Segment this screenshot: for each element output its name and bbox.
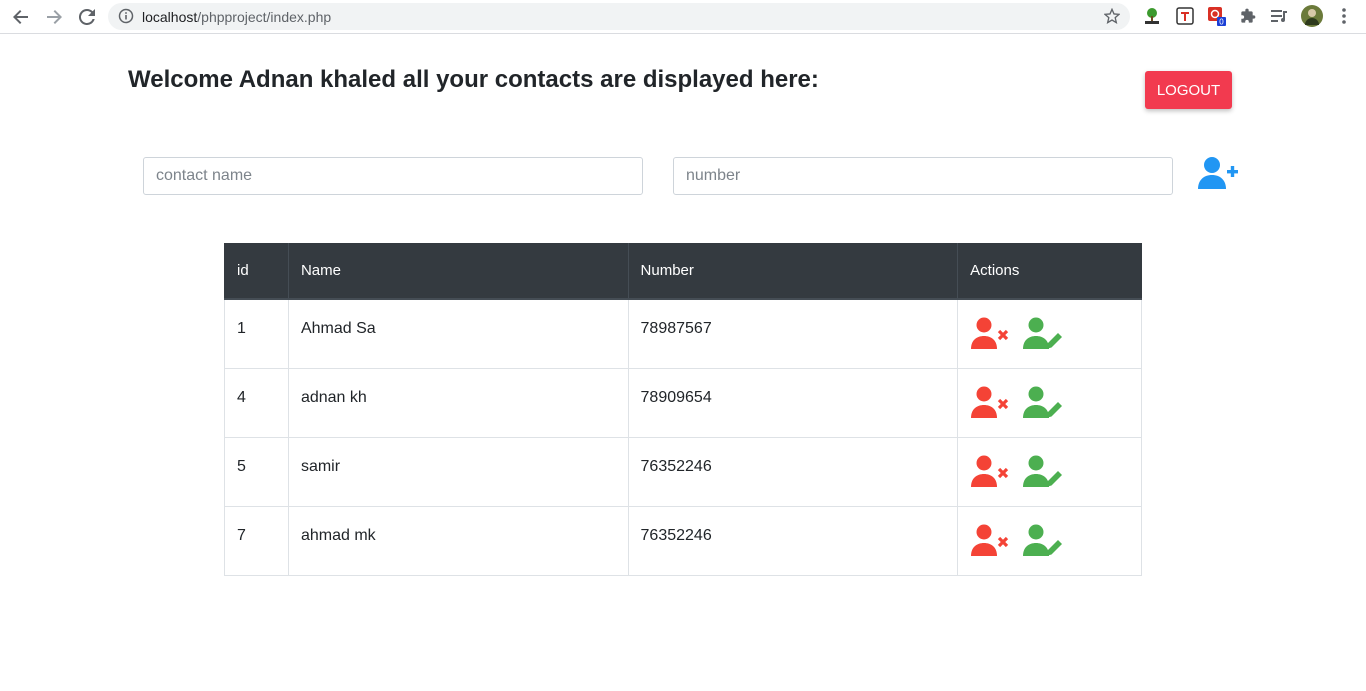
- column-header-name: Name: [287, 243, 629, 300]
- cell-number: 76352246: [627, 436, 959, 507]
- star-icon[interactable]: [1103, 7, 1121, 29]
- browser-toolbar: localhost/phpproject/index.php 0: [0, 0, 1366, 34]
- url-text: localhost/phpproject/index.php: [142, 9, 331, 25]
- cell-actions: [957, 505, 1142, 576]
- address-bar[interactable]: localhost/phpproject/index.php: [108, 3, 1130, 30]
- info-icon[interactable]: [118, 8, 134, 29]
- number-input[interactable]: [673, 157, 1173, 195]
- column-header-actions: Actions: [957, 243, 1142, 300]
- red-extension-icon[interactable]: 0: [1207, 6, 1227, 26]
- column-header-id: id: [224, 243, 289, 300]
- forward-icon[interactable]: [42, 5, 66, 29]
- table-header-row: id Name Number Actions: [224, 243, 1142, 300]
- column-header-number: Number: [627, 243, 958, 300]
- user-delete-icon[interactable]: [970, 523, 1012, 557]
- table-row: 7 ahmad mk 76352246: [224, 505, 1142, 576]
- cell-name: ahmad mk: [287, 505, 629, 576]
- user-edit-icon[interactable]: [1022, 523, 1064, 557]
- cell-id: 4: [224, 367, 289, 438]
- extensions-icon[interactable]: [1238, 6, 1258, 26]
- reload-icon[interactable]: [75, 5, 99, 29]
- logout-button[interactable]: LOGOUT: [1145, 71, 1232, 109]
- table-row: 5 samir 76352246: [224, 436, 1142, 507]
- url-host: localhost: [142, 9, 198, 25]
- cell-number: 78909654: [627, 367, 959, 438]
- cell-id: 7: [224, 505, 289, 576]
- user-plus-icon: [1198, 157, 1238, 189]
- avatar[interactable]: [1301, 5, 1323, 27]
- cell-number: 76352246: [627, 505, 959, 576]
- media-icon[interactable]: [1269, 6, 1289, 26]
- cell-name: adnan kh: [287, 367, 629, 438]
- url-path: /phpproject/index.php: [197, 9, 332, 25]
- cell-number: 78987567: [627, 298, 959, 369]
- cell-id: 1: [224, 298, 289, 369]
- extension-badge: 0: [1219, 18, 1224, 27]
- cell-name: Ahmad Sa: [287, 298, 629, 369]
- cell-id: 5: [224, 436, 289, 507]
- contact-name-input[interactable]: [143, 157, 643, 195]
- cell-actions: [957, 367, 1142, 438]
- t-extension-icon[interactable]: [1175, 6, 1195, 26]
- user-delete-icon[interactable]: [970, 385, 1012, 419]
- page-title: Welcome Adnan khaled all your contacts a…: [128, 66, 819, 93]
- user-delete-icon[interactable]: [970, 454, 1012, 488]
- user-edit-icon[interactable]: [1022, 385, 1064, 419]
- user-edit-icon[interactable]: [1022, 316, 1064, 350]
- add-contact-button[interactable]: [1196, 155, 1240, 191]
- cell-name: samir: [287, 436, 629, 507]
- menu-icon[interactable]: [1334, 6, 1354, 26]
- back-icon[interactable]: [9, 5, 33, 29]
- cell-actions: [957, 298, 1142, 369]
- user-edit-icon[interactable]: [1022, 454, 1064, 488]
- contacts-table: id Name Number Actions 1 Ahmad Sa 78987567…: [224, 243, 1142, 576]
- table-row: 4 adnan kh 78909654: [224, 367, 1142, 438]
- table-row: 1 Ahmad Sa 78987567: [224, 298, 1142, 369]
- tree-extension-icon[interactable]: [1142, 6, 1162, 26]
- user-delete-icon[interactable]: [970, 316, 1012, 350]
- cell-actions: [957, 436, 1142, 507]
